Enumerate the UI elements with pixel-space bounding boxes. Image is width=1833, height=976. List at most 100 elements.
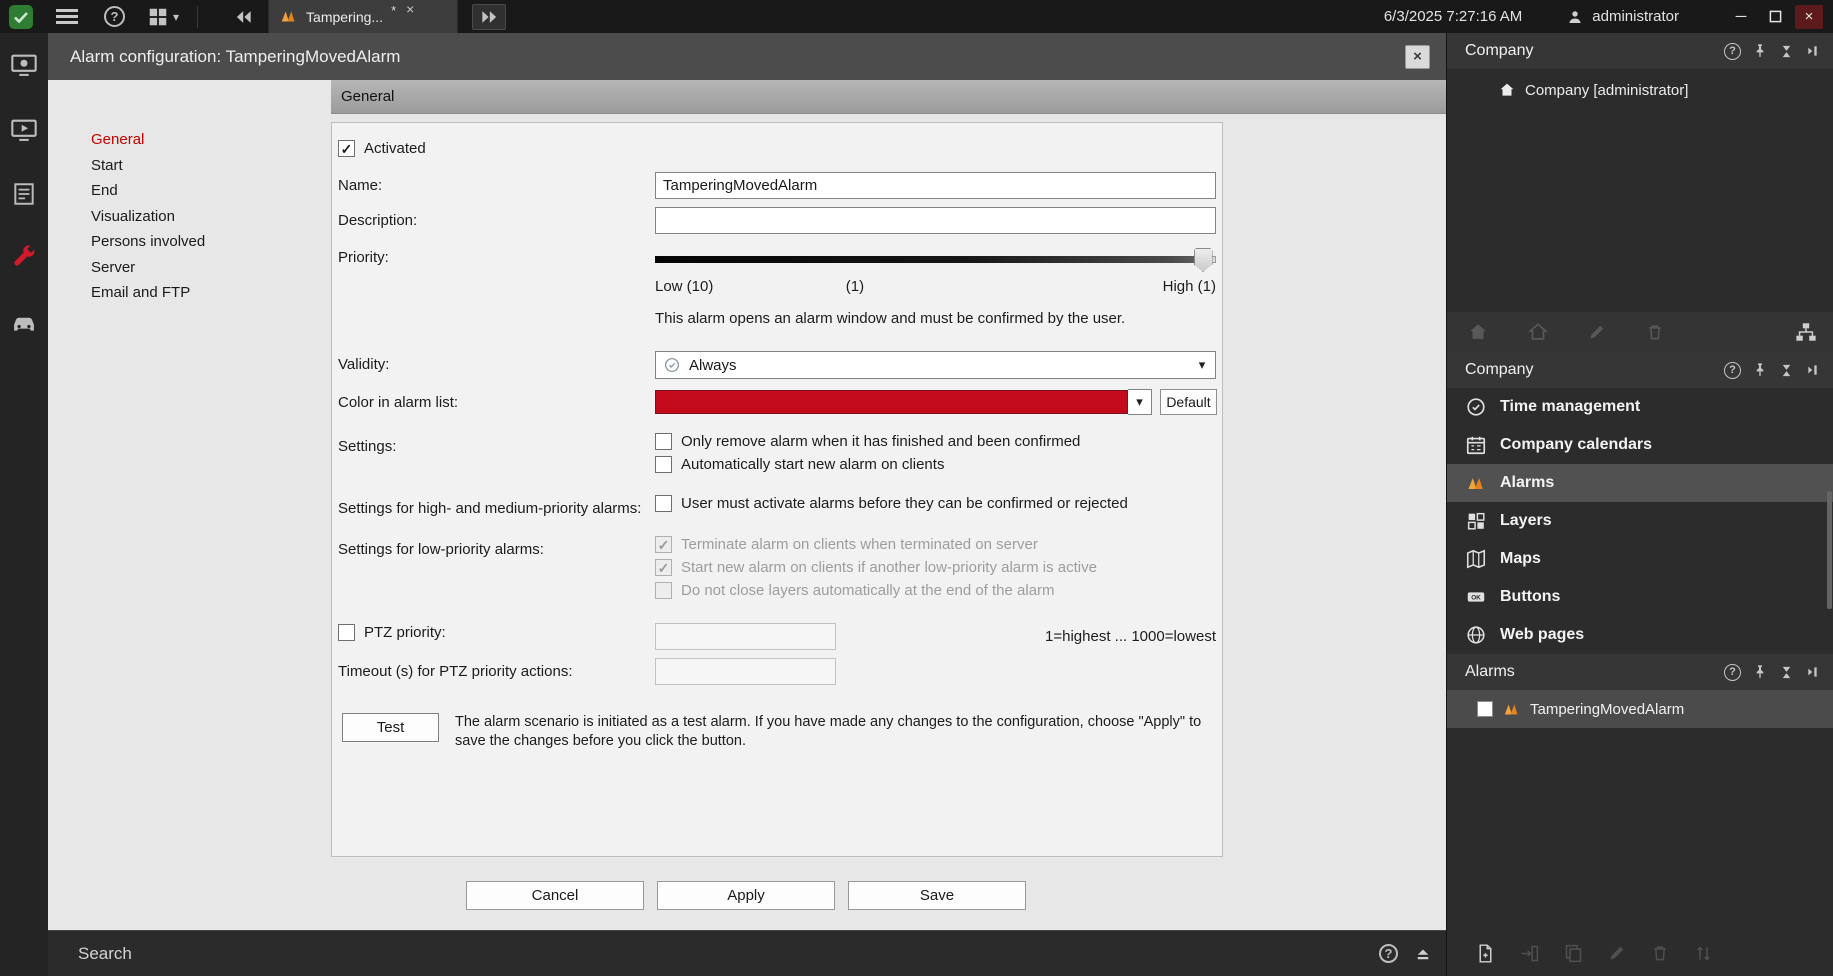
priority-slider[interactable]: [655, 246, 1216, 272]
panel-help-icon[interactable]: ?: [1724, 42, 1741, 60]
priority-row: Priority: Low (10) (1) High (1) This ala…: [338, 244, 1216, 327]
minimize-button[interactable]: ─: [1727, 5, 1755, 29]
collapse-panel-icon[interactable]: [1805, 362, 1821, 378]
user-activate-checkbox[interactable]: [655, 495, 672, 512]
auto-start-alarm-checkbox[interactable]: [655, 456, 672, 473]
surveillance-monitor-icon[interactable]: [10, 51, 38, 79]
activated-checkbox[interactable]: [338, 140, 355, 157]
hourglass-icon[interactable]: [1779, 665, 1794, 680]
dialog-nav-general[interactable]: General: [91, 127, 331, 153]
add-site-icon[interactable]: [1467, 321, 1489, 343]
dialog-nav-persons-involved[interactable]: Persons involved: [91, 229, 331, 255]
nav-item-time-management[interactable]: Time management: [1447, 388, 1833, 426]
dialog-body: General Start End Visualization Persons …: [48, 80, 1446, 930]
delete-alarm-icon[interactable]: [1650, 943, 1670, 963]
panel-help-icon[interactable]: ?: [1724, 361, 1741, 379]
apply-button[interactable]: Apply: [657, 881, 835, 910]
maximize-button[interactable]: [1761, 5, 1789, 29]
edit-tree-icon[interactable]: [1587, 322, 1607, 342]
color-dropdown-arrow-icon[interactable]: ▾: [1128, 389, 1152, 415]
nav-item-buttons[interactable]: OK Buttons: [1447, 578, 1833, 616]
alarm-flags-icon: [279, 8, 298, 25]
building-icon: [1498, 81, 1516, 99]
pin-icon[interactable]: [1752, 43, 1768, 59]
search-input[interactable]: Search: [78, 944, 132, 964]
vehicle-icon[interactable]: [10, 309, 38, 337]
tree-item-company[interactable]: Company [administrator]: [1498, 81, 1833, 99]
hourglass-icon[interactable]: [1779, 44, 1794, 59]
rewind-button[interactable]: [232, 7, 256, 27]
auto-start-alarm-label: Automatically start new alarm on clients: [681, 456, 945, 473]
priority-slider-handle[interactable]: [1193, 248, 1213, 272]
ptz-timeout-row: Timeout (s) for PTZ priority actions:: [338, 658, 1216, 685]
validity-dropdown-arrow-icon[interactable]: ▾: [1190, 353, 1214, 377]
new-alarm-icon[interactable]: [1475, 943, 1496, 964]
collapse-panel-icon[interactable]: [1805, 43, 1821, 59]
nav-item-web-pages[interactable]: Web pages: [1447, 616, 1833, 654]
right-sidebar: Company ? Company [administrator] Compan…: [1446, 33, 1833, 976]
pin-icon[interactable]: [1752, 664, 1768, 680]
search-help-icon[interactable]: ?: [1379, 944, 1398, 963]
dialog-nav-email-ftp[interactable]: Email and FTP: [91, 280, 331, 306]
hourglass-icon[interactable]: [1779, 363, 1794, 378]
main-menu-icon[interactable]: [54, 6, 80, 27]
settings-option-2: Automatically start new alarm on clients: [655, 456, 1216, 473]
svg-text:OK: OK: [1471, 595, 1481, 602]
save-button[interactable]: Save: [848, 881, 1026, 910]
report-list-icon[interactable]: [11, 181, 37, 207]
eject-icon[interactable]: [1414, 945, 1432, 963]
test-button[interactable]: Test: [342, 713, 439, 742]
sort-icon[interactable]: [1693, 943, 1714, 964]
tab-tampering-alarm[interactable]: Tampering... * ×: [268, 0, 459, 33]
description-input[interactable]: [655, 207, 1216, 234]
validity-dropdown[interactable]: Always ▾: [655, 351, 1216, 379]
close-window-button[interactable]: ×: [1795, 4, 1823, 29]
org-chart-icon[interactable]: [1795, 321, 1817, 343]
ptz-priority-checkbox[interactable]: [338, 624, 355, 641]
dialog-nav-start[interactable]: Start: [91, 153, 331, 179]
user-icon: [1566, 8, 1584, 26]
chevron-down-icon: ▾: [173, 9, 180, 24]
add-subsite-icon[interactable]: [1527, 321, 1549, 343]
window-controls: ─ ×: [1727, 4, 1833, 29]
edit-alarm-icon[interactable]: [1607, 943, 1627, 963]
nav-item-alarms[interactable]: Alarms: [1447, 464, 1833, 502]
name-input[interactable]: [655, 172, 1216, 199]
alarm-list-item[interactable]: TamperingMovedAlarm: [1447, 690, 1833, 728]
terminate-alarm-label: Terminate alarm on clients when terminat…: [681, 536, 1038, 553]
delete-tree-icon[interactable]: [1645, 322, 1665, 342]
forward-button[interactable]: [472, 3, 507, 30]
alarm-item-checkbox[interactable]: [1477, 701, 1493, 717]
nav-item-maps[interactable]: Maps: [1447, 540, 1833, 578]
validity-value: Always: [689, 356, 737, 374]
configuration-wrench-icon[interactable]: [10, 244, 38, 272]
duplicate-icon[interactable]: [1563, 943, 1584, 964]
priority-current-label: (1): [845, 278, 865, 295]
top-bar: ? ▾ Tampering... * × 6/3/2025 7:27:16 AM: [0, 0, 1833, 33]
nav-item-company-calendars[interactable]: Company calendars: [1447, 426, 1833, 464]
pin-icon[interactable]: [1752, 362, 1768, 378]
current-user[interactable]: administrator: [1566, 8, 1679, 26]
tab-close-icon[interactable]: ×: [406, 1, 414, 17]
panel-help-icon[interactable]: ?: [1724, 663, 1741, 681]
layout-selector-icon[interactable]: ▾: [147, 6, 179, 28]
company-tree: Company [administrator]: [1447, 69, 1833, 312]
app-logo-icon[interactable]: [8, 4, 34, 30]
tab-label: Tampering...: [306, 8, 384, 25]
dialog-nav-visualization[interactable]: Visualization: [91, 204, 331, 230]
cancel-button[interactable]: Cancel: [466, 881, 644, 910]
alarm-color-bar[interactable]: [655, 390, 1128, 414]
dialog-close-button[interactable]: ×: [1405, 44, 1430, 69]
dialog-nav-server[interactable]: Server: [91, 255, 331, 281]
dialog-nav-end[interactable]: End: [91, 178, 331, 204]
collapse-panel-icon[interactable]: [1805, 664, 1821, 680]
remove-alarm-checkbox[interactable]: [655, 433, 672, 450]
import-icon[interactable]: [1519, 943, 1540, 964]
video-playback-icon[interactable]: [10, 116, 38, 144]
default-color-button[interactable]: Default: [1160, 389, 1217, 415]
help-icon[interactable]: ?: [104, 6, 125, 27]
nav-item-layers[interactable]: Layers: [1447, 502, 1833, 540]
sidebar-scrollbar[interactable]: [1827, 491, 1832, 609]
search-bar[interactable]: Search ?: [48, 930, 1446, 976]
name-row: Name:: [338, 172, 1216, 199]
